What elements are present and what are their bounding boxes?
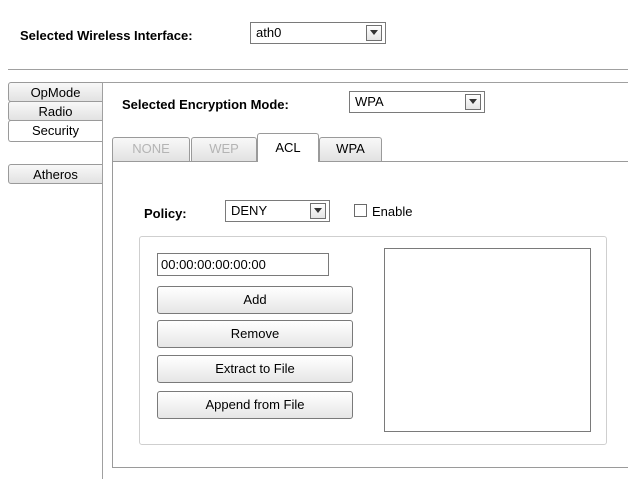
interface-select-value: ath0 (256, 25, 282, 40)
chevron-down-icon[interactable] (310, 203, 326, 219)
enable-checkbox[interactable] (354, 204, 367, 217)
encryption-select-value: WPA (355, 94, 384, 109)
side-tab-security[interactable]: Security (8, 120, 103, 142)
mac-address-input[interactable]: 00:00:00:00:00:00 (157, 253, 329, 276)
remove-button[interactable]: Remove (157, 320, 353, 348)
add-button[interactable]: Add (157, 286, 353, 314)
policy-select-value: DENY (231, 203, 268, 218)
policy-label: Policy: (144, 206, 187, 221)
chevron-down-icon[interactable] (366, 25, 382, 41)
enable-label[interactable]: Enable (372, 204, 412, 219)
content-top-border (102, 82, 628, 83)
policy-select[interactable]: DENY (225, 200, 330, 222)
side-tab-atheros[interactable]: Atheros (8, 164, 103, 184)
encryption-select[interactable]: WPA (349, 91, 485, 113)
side-panel-divider (102, 82, 103, 479)
append-from-file-button[interactable]: Append from File (157, 391, 353, 419)
interface-label: Selected Wireless Interface: (20, 28, 193, 43)
tab-wpa[interactable]: WPA (319, 137, 382, 161)
tab-wep[interactable]: WEP (191, 137, 257, 161)
side-tab-radio[interactable]: Radio (8, 101, 103, 121)
chevron-down-icon[interactable] (465, 94, 481, 110)
extract-to-file-button[interactable]: Extract to File (157, 355, 353, 383)
encryption-label: Selected Encryption Mode: (122, 97, 289, 112)
header-divider (8, 69, 628, 70)
side-tab-opmode[interactable]: OpMode (8, 82, 103, 102)
mac-address-list[interactable] (384, 248, 591, 432)
mac-address-value: 00:00:00:00:00:00 (161, 257, 266, 272)
interface-select[interactable]: ath0 (250, 22, 386, 44)
tab-none[interactable]: NONE (112, 137, 190, 161)
tab-acl[interactable]: ACL (257, 133, 319, 162)
